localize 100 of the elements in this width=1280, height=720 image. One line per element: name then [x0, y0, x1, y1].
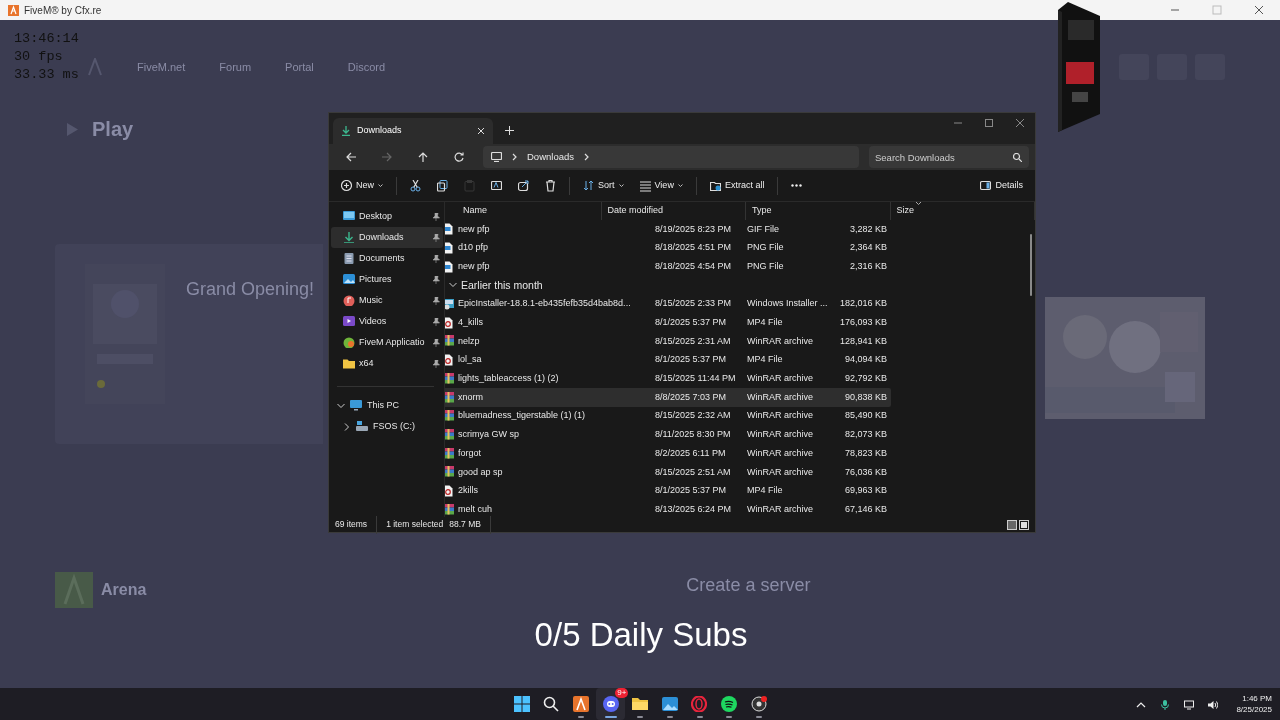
tiles-view-icon[interactable]	[1019, 519, 1029, 530]
file-name: new pfp	[458, 222, 490, 236]
view-button[interactable]: View	[633, 174, 689, 197]
nav-item[interactable]: x64	[331, 353, 443, 374]
nav-item[interactable]: Pictures	[331, 269, 443, 290]
chat-app-icon	[602, 696, 619, 712]
refresh-icon[interactable]	[454, 152, 464, 162]
group-header[interactable]: Earlier this month	[449, 276, 1035, 295]
column-header[interactable]: Name	[449, 202, 602, 220]
window-title: FiveM® by Cfx.re	[24, 3, 102, 18]
file-size: 90,838 KB	[843, 390, 888, 404]
photos-icon	[661, 696, 678, 712]
clock[interactable]: 1:46 PM 8/25/2025	[1236, 693, 1272, 715]
nav-item[interactable]: Music	[331, 290, 443, 311]
file-date: 8/11/2025 8:30 PM	[654, 428, 732, 442]
status-text: 88.7 MB	[449, 518, 481, 531]
file-row[interactable]: bluemadness_tigerstable (1) (1) 8/15/2025 2:32 AM WinRAR archive 85,490 KB	[445, 406, 891, 426]
cut-icon[interactable]	[410, 179, 421, 192]
view-icon	[639, 179, 651, 192]
file-type: WinRAR archive	[746, 390, 814, 404]
chevron-down-icon[interactable]	[337, 401, 345, 410]
image-file-icon	[445, 223, 454, 236]
caption-text: 0/5 Daily Subs	[533, 615, 748, 655]
up-icon[interactable]	[418, 152, 428, 162]
file-row[interactable]: nelzp 8/15/2025 2:31 AM WinRAR archive 128,941 KB	[445, 332, 891, 351]
file-type: MP4 File	[746, 353, 784, 367]
tab[interactable]: Downloads	[333, 118, 493, 144]
file-date: 8/15/2025 2:51 AM	[654, 465, 732, 479]
nav-item[interactable]: Documents	[331, 248, 443, 269]
column-header[interactable]: Date modified	[601, 202, 746, 220]
details-view-icon[interactable]	[1007, 519, 1017, 530]
file-row[interactable]: good ap sp 8/15/2025 2:51 AM WinRAR archive 76,036 KB	[445, 462, 891, 482]
close-button[interactable]	[1014, 118, 1025, 128]
file-row[interactable]: 2kills 8/1/2025 5:37 PM MP4 File 69,963 KB	[445, 481, 891, 501]
rename-icon[interactable]	[491, 179, 502, 192]
logo-icon	[87, 58, 103, 76]
nav-item[interactable]: Downloads	[331, 227, 443, 248]
file-row[interactable]: 4_kills 8/1/2025 5:37 PM MP4 File 176,093 KB	[445, 313, 891, 333]
new-button[interactable]: New	[335, 174, 389, 197]
file-size: 76,036 KB	[843, 465, 888, 479]
video-file-icon	[445, 354, 454, 367]
file-name: lights_tableaccess (1) (2)	[458, 372, 559, 386]
microphone-icon[interactable]	[1160, 699, 1171, 710]
nav-item[interactable]: FiveM Applicatio	[331, 332, 443, 353]
nav-item[interactable]: Desktop	[331, 206, 443, 227]
archive-icon	[445, 447, 454, 460]
tree-item[interactable]: This PC	[331, 395, 444, 416]
close-button[interactable]	[1254, 5, 1264, 15]
search-icon	[543, 696, 560, 712]
tree-item[interactable]: FSOS (C:)	[331, 416, 444, 437]
file-row[interactable]: melt cuh 8/13/2025 6:24 PM WinRAR archive 67,146 KB	[445, 500, 891, 517]
file-date: 8/13/2025 6:24 PM	[654, 502, 733, 516]
file-row[interactable]: forgot 8/2/2025 6:11 PM WinRAR archive 78,823 KB	[445, 444, 891, 463]
share-icon[interactable]	[518, 179, 529, 192]
download-icon	[341, 126, 351, 136]
new-tab-icon[interactable]	[505, 125, 514, 135]
file-row[interactable]: xnorm 8/8/2025 7:03 PM WinRAR archive 90,838 KB	[445, 388, 891, 407]
close-icon[interactable]	[477, 126, 485, 135]
breadcrumb-item[interactable]: Downloads	[527, 149, 574, 165]
file-row[interactable]: lights_tableaccess (1) (2) 8/15/2025 11:44 PM WinRAR archive 92,792 KB	[445, 369, 891, 389]
file-name: forgot	[458, 446, 481, 460]
status-text: 1 item selected	[386, 518, 444, 531]
file-size: 85,490 KB	[843, 409, 888, 423]
perf-stat: 33.33 ms	[14, 66, 79, 84]
file-row[interactable]: d10 pfp 8/18/2025 4:51 PM PNG File 2,364 KB	[445, 238, 891, 258]
folder-icon	[632, 696, 649, 712]
file-size: 128,941 KB	[838, 334, 888, 348]
column-header[interactable]: Size	[890, 202, 1035, 220]
chevron-icon[interactable]	[584, 153, 589, 161]
documents-icon	[343, 253, 355, 264]
file-row[interactable]: EpicInstaller-18.8.1-eb435fefb35d4bab8d... 8/15/2025 2:33 PM Windows Installer ... 182,016 KB	[445, 294, 891, 314]
chevron-right-icon[interactable]	[343, 422, 351, 431]
column-header[interactable]: Type	[746, 202, 891, 220]
file-row[interactable]: new pfp 8/18/2025 4:54 PM PNG File 2,316 KB	[445, 257, 891, 277]
file-row[interactable]: new pfp 8/19/2025 8:23 PM GIF File 3,282 KB	[445, 220, 891, 239]
file-name: scrimya GW sp	[458, 428, 519, 442]
chevron-down-icon[interactable]	[449, 281, 457, 290]
image-file-icon	[445, 260, 454, 273]
volume-icon[interactable]	[1208, 699, 1219, 710]
scrollbar[interactable]	[1030, 234, 1032, 296]
app-logo-icon	[573, 696, 589, 712]
file-name: 4_kills	[458, 316, 483, 330]
forward-icon[interactable]	[382, 152, 392, 162]
back-icon[interactable]	[346, 152, 356, 162]
nav-item[interactable]: Videos	[331, 311, 443, 332]
computer-icon[interactable]	[491, 152, 502, 162]
perf-stat: 13:46:14	[14, 30, 79, 48]
delete-icon[interactable]	[545, 179, 556, 192]
file-size: 67,146 KB	[843, 502, 888, 516]
sort-button[interactable]: Sort	[577, 174, 630, 197]
network-icon[interactable]	[1184, 699, 1195, 710]
copy-icon[interactable]	[437, 179, 448, 192]
file-row[interactable]: scrimya GW sp 8/11/2025 8:30 PM WinRAR archive 82,073 KB	[445, 425, 891, 445]
taskbar-app[interactable]: 9+	[595, 688, 626, 720]
maximize-button[interactable]	[983, 118, 994, 128]
file-row[interactable]: lol_sa 8/1/2025 5:37 PM MP4 File 94,094 KB	[445, 350, 891, 370]
extract-button[interactable]: Extract all	[703, 174, 771, 197]
details-button[interactable]: Details	[974, 174, 1029, 197]
search-field[interactable]: Search Downloads	[869, 146, 1029, 168]
folder-zip-icon	[709, 179, 721, 192]
